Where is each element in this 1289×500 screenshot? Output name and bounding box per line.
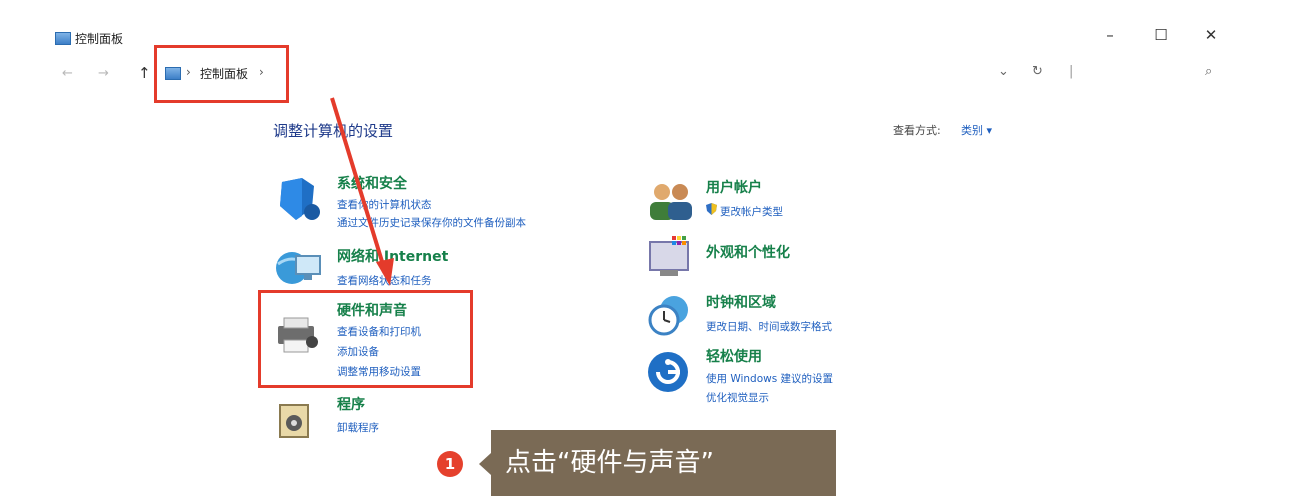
step-number-badge: 1 xyxy=(437,451,463,477)
instruction-tooltip: 点击“硬件与声音” xyxy=(491,430,836,496)
tooltip-pointer xyxy=(479,453,491,475)
annotation-arrow xyxy=(330,97,394,286)
